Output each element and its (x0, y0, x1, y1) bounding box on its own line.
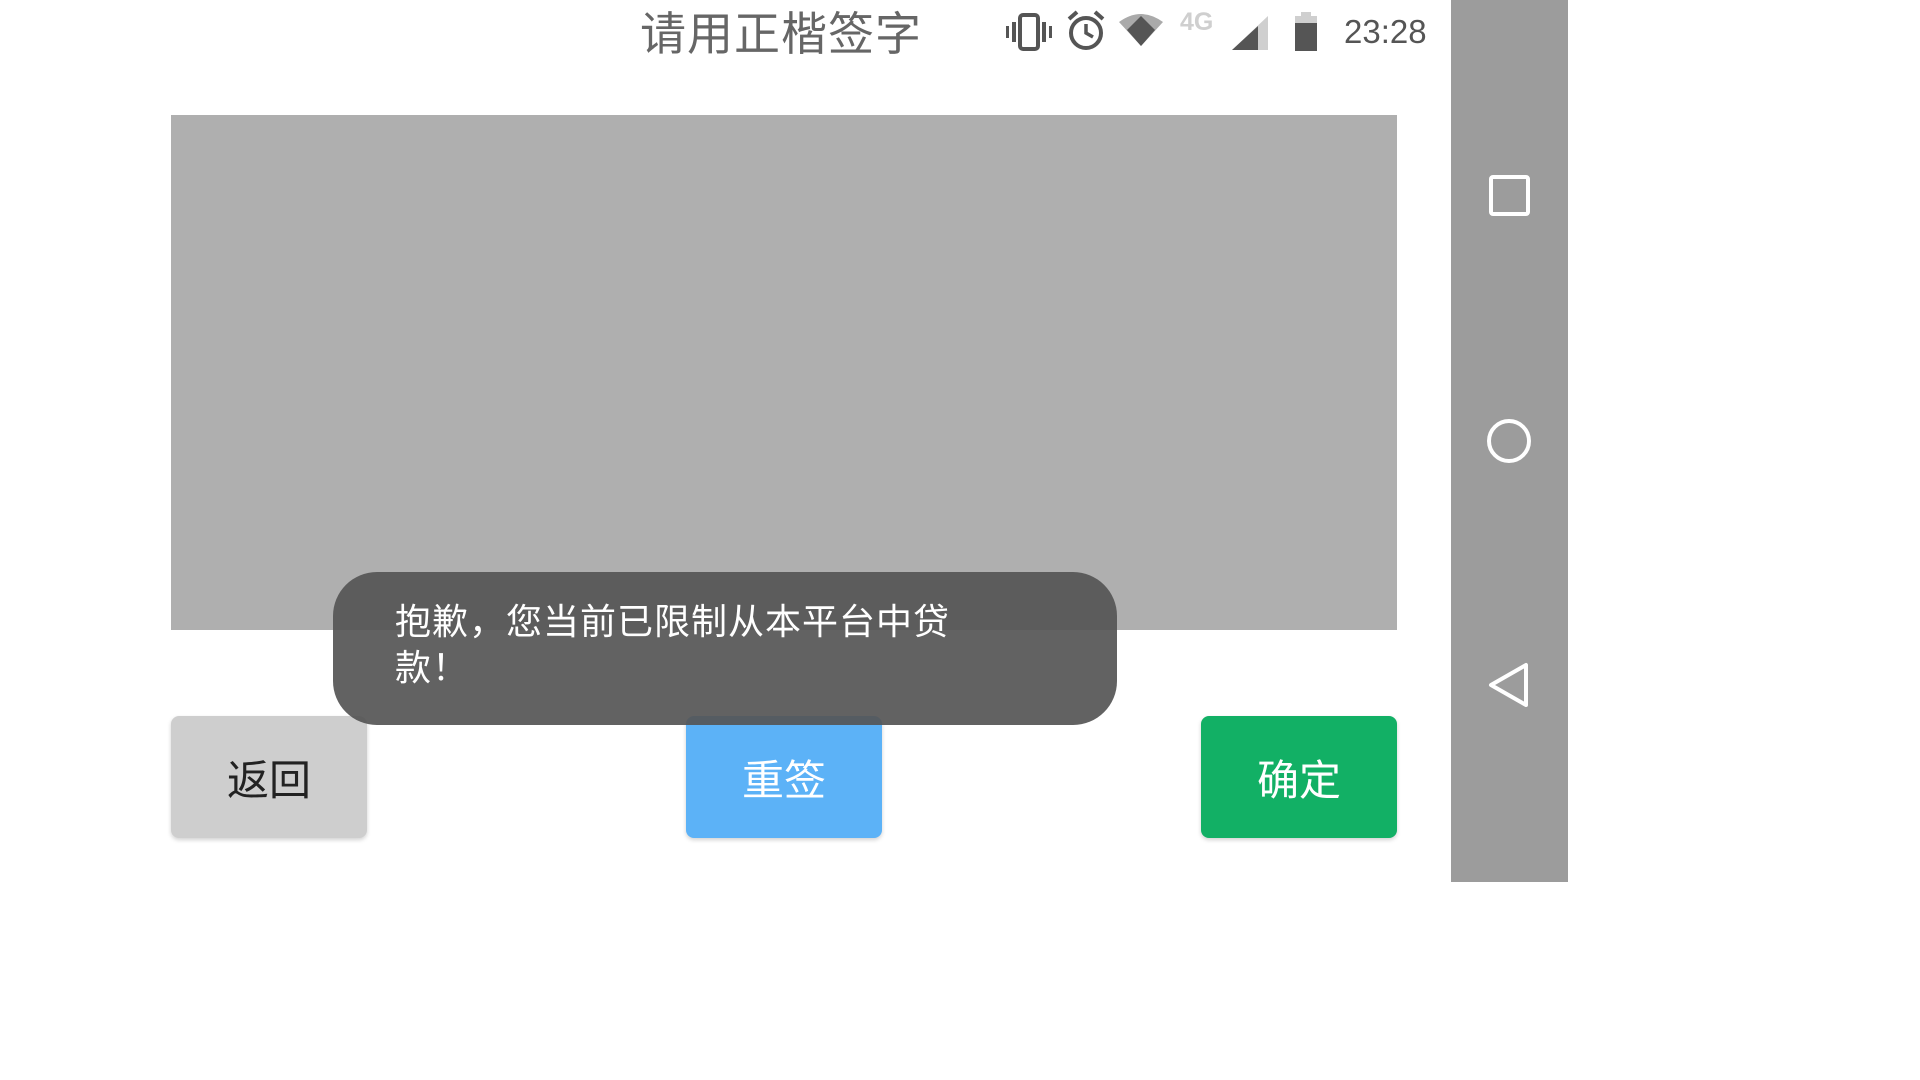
screen: 请用正楷签字 4G 23:28 返回 重签 确定 抱歉，您当前已限制从本平台中贷… (0, 0, 1568, 882)
alarm-icon (1066, 10, 1106, 56)
status-bar: 4G 23:28 (1000, 6, 1440, 56)
toast-message: 抱歉，您当前已限制从本平台中贷款！ (395, 602, 951, 689)
home-icon[interactable] (1485, 416, 1535, 466)
confirm-button[interactable]: 确定 (1201, 716, 1397, 838)
status-time: 23:28 (1344, 13, 1427, 50)
recents-icon[interactable] (1485, 170, 1535, 220)
battery-icon (1294, 12, 1318, 56)
network-type-label: 4G (1180, 8, 1214, 36)
signal-icon (1232, 16, 1268, 54)
back-button[interactable]: 返回 (171, 716, 367, 838)
navigation-bar (1451, 0, 1568, 882)
vibrate-icon (1006, 12, 1052, 56)
back-icon[interactable] (1485, 660, 1535, 710)
page-title: 请用正楷签字 (640, 7, 922, 61)
resign-button[interactable]: 重签 (686, 716, 882, 838)
wifi-icon (1118, 12, 1164, 52)
signature-pad[interactable] (171, 115, 1397, 630)
toast: 抱歉，您当前已限制从本平台中贷款！ (333, 572, 1117, 725)
